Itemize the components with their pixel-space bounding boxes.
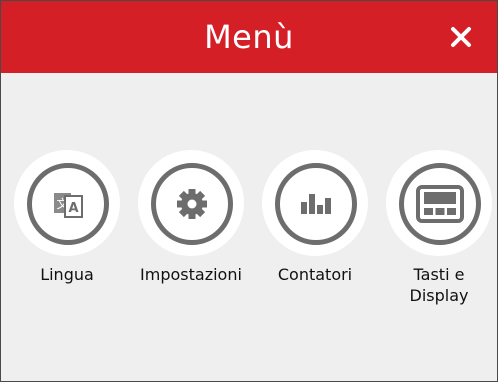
icon-ring: 文 A [14, 150, 120, 256]
menu-item-tasti-display[interactable]: Tasti e Display [379, 150, 498, 306]
bar-chart-icon [301, 194, 331, 214]
icon-ring [138, 150, 244, 256]
menu-item-label: Lingua [40, 265, 94, 284]
icon-circle [399, 163, 481, 245]
menu-item-contatori[interactable]: Contatori [255, 150, 375, 285]
keyboard-display-icon [416, 185, 464, 223]
menu-header: Menù [1, 1, 497, 73]
close-button[interactable] [443, 19, 479, 55]
menu-item-lingua[interactable]: 文 A Lingua [7, 150, 127, 285]
menu-item-label: Impostazioni [140, 265, 242, 284]
menu-window: Menù 文 A Lingua Impostazioni Contatori T… [0, 0, 498, 382]
icon-circle [151, 163, 233, 245]
menu-content: 文 A Lingua Impostazioni Contatori Tasti … [1, 73, 497, 381]
menu-item-label: Tasti e Display [409, 265, 469, 305]
menu-title: Menù [204, 18, 294, 56]
icon-circle [275, 163, 357, 245]
icon-ring [262, 150, 368, 256]
translate-icon: 文 A [54, 193, 83, 218]
close-icon [451, 27, 471, 47]
menu-item-impostazioni[interactable]: Impostazioni [131, 150, 251, 285]
icon-ring [386, 150, 492, 256]
menu-item-label: Contatori [277, 265, 353, 284]
icon-circle: 文 A [27, 163, 109, 245]
gear-icon [177, 189, 207, 219]
svg-text:A: A [68, 201, 78, 216]
